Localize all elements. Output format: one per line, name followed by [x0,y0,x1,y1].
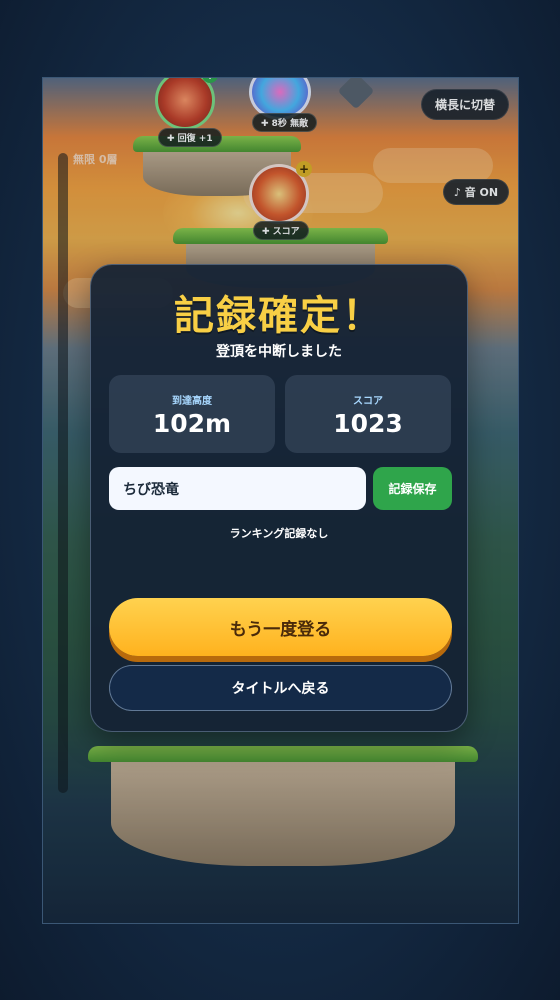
score-label: スコア [353,396,383,407]
score-value: 1023 [333,409,403,438]
player-name-input[interactable] [109,467,366,510]
score-stat: スコア 1023 [285,375,451,453]
result-subtitle: 登頂を中断しました [216,344,342,360]
back-to-title-button[interactable]: タイトルへ戻る [109,665,452,711]
save-record-button[interactable]: 記録保存 [373,467,452,510]
ranking-status: ランキング記録なし [229,527,329,540]
result-title: 記録確定！ [174,293,384,339]
retry-button[interactable]: もう一度登る [109,598,452,656]
height-value: 102m [152,409,232,438]
result-modal: 記録確定！ 登頂を中断しました 到達高度 102m スコア 1023 記録保存 … [90,264,468,732]
height-label: 到達高度 [172,396,212,407]
height-stat: 到達高度 102m [109,375,275,453]
